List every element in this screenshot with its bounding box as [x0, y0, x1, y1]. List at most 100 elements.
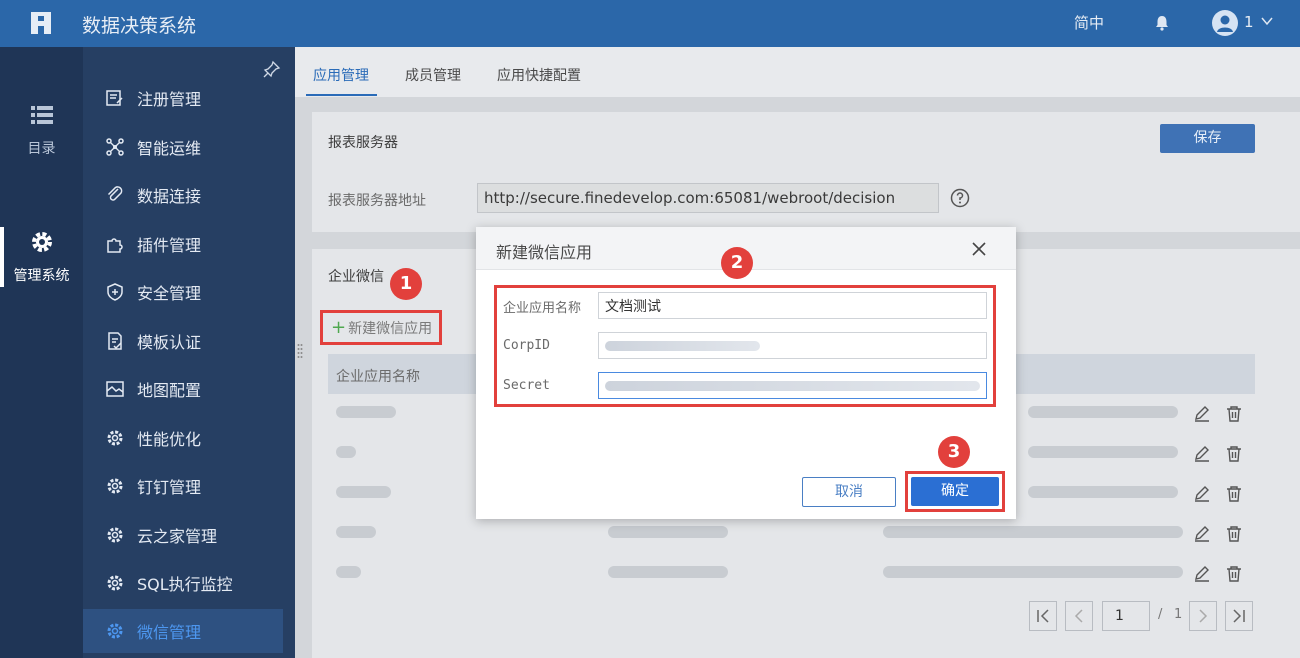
- add-wechat-app-button[interactable]: + 新建微信应用: [320, 310, 442, 345]
- help-icon[interactable]: [950, 188, 970, 208]
- first-page-button[interactable]: [1029, 601, 1057, 631]
- redacted-value: [605, 381, 980, 391]
- tab-app-management[interactable]: 应用管理: [313, 65, 369, 85]
- table-row: [328, 554, 1255, 594]
- sidebar-item-security[interactable]: 安全管理: [83, 270, 283, 314]
- tab-app-shortcut-config[interactable]: 应用快捷配置: [497, 65, 581, 85]
- avatar[interactable]: [1212, 10, 1238, 36]
- logo-icon: [31, 12, 51, 34]
- close-icon[interactable]: [970, 240, 988, 258]
- field-label-corpid: CorpID: [503, 338, 550, 353]
- sidebar-item-label: 注册管理: [137, 90, 202, 109]
- field-label-app-name: 企业应用名称: [503, 301, 582, 316]
- edit-icon[interactable]: [1193, 525, 1211, 543]
- server-address-label: 报表服务器地址: [328, 193, 426, 209]
- sidebar: 注册管理 智能运维 数据连接 插件管理 安全管理 模板认证 地图配置 性能优化 …: [83, 47, 295, 658]
- user-name[interactable]: 1: [1244, 13, 1254, 31]
- total-pages: 1: [1174, 607, 1183, 622]
- redacted-cell: [883, 526, 1183, 538]
- plus-icon: +: [331, 317, 347, 338]
- sidebar-item-wechat[interactable]: 微信管理: [83, 609, 283, 653]
- tab-active-indicator: [306, 94, 377, 96]
- edit-icon[interactable]: [1193, 405, 1211, 423]
- prev-page-button[interactable]: [1065, 601, 1093, 631]
- sidebar-item-template-auth[interactable]: 模板认证: [83, 319, 283, 363]
- register-icon: [106, 90, 123, 106]
- bell-icon[interactable]: [1153, 14, 1171, 32]
- confirm-button[interactable]: 确定: [911, 477, 999, 506]
- add-wechat-app-label: 新建微信应用: [348, 320, 433, 337]
- trash-icon[interactable]: [1225, 405, 1243, 423]
- report-server-title: 报表服务器: [328, 135, 398, 151]
- shield-icon: [107, 283, 123, 301]
- next-page-button[interactable]: [1189, 601, 1217, 631]
- sidebar-item-sql-monitor[interactable]: SQL执行监控: [83, 561, 283, 605]
- sidebar-item-performance[interactable]: 性能优化: [83, 416, 283, 460]
- server-address-input[interactable]: http://secure.finedevelop.com:65081/webr…: [477, 183, 939, 213]
- trash-icon[interactable]: [1225, 445, 1243, 463]
- sidebar-item-ops[interactable]: 智能运维: [83, 125, 283, 169]
- last-page-button[interactable]: [1225, 601, 1253, 631]
- rail-item-catalog[interactable]: 目录: [0, 102, 83, 158]
- app-name-input[interactable]: 文档测试: [598, 292, 987, 319]
- app-title: 数据决策系统: [82, 15, 197, 37]
- document-check-icon: [108, 332, 122, 350]
- top-bar: 数据决策系统 简中 1: [0, 0, 1300, 47]
- gear-icon: [107, 527, 123, 543]
- sidebar-item-plugins[interactable]: 插件管理: [83, 222, 283, 266]
- step-badge-2: 2: [721, 247, 753, 279]
- dialog-title: 新建微信应用: [496, 243, 593, 262]
- sidebar-item-label: 性能优化: [137, 430, 202, 449]
- trash-icon[interactable]: [1225, 485, 1243, 503]
- chevron-down-icon[interactable]: [1260, 14, 1274, 28]
- chevron-left-icon: [1074, 609, 1083, 623]
- redacted-cell: [336, 566, 361, 578]
- gear-icon: [107, 575, 123, 591]
- redacted-cell: [608, 566, 728, 578]
- redacted-cell: [1028, 486, 1178, 498]
- sidebar-item-label: 微信管理: [137, 623, 202, 642]
- sidebar-item-dingtalk[interactable]: 钉钉管理: [83, 464, 283, 508]
- step-badge-3: 3: [938, 436, 970, 468]
- confirm-highlight: 确定: [905, 471, 1005, 512]
- sidebar-item-label: SQL执行监控: [137, 575, 233, 594]
- gear-icon: [31, 232, 52, 252]
- current-page: 1: [1115, 608, 1124, 624]
- tab-member-management[interactable]: 成员管理: [405, 65, 461, 85]
- rail-item-label: 管理系统: [13, 268, 70, 284]
- language-switch[interactable]: 简中: [1074, 12, 1104, 33]
- rail-item-admin[interactable]: 管理系统: [0, 229, 83, 285]
- edit-icon[interactable]: [1193, 565, 1211, 583]
- edit-icon[interactable]: [1193, 445, 1211, 463]
- chevron-right-icon: [1199, 609, 1208, 623]
- corpid-input[interactable]: [598, 332, 987, 359]
- cancel-button[interactable]: 取消: [802, 477, 896, 507]
- redacted-cell: [336, 406, 396, 418]
- tab-bar: 应用管理 成员管理 应用快捷配置: [295, 47, 1300, 97]
- link-icon: [107, 186, 123, 201]
- redacted-cell: [336, 446, 356, 458]
- save-button[interactable]: 保存: [1160, 124, 1255, 153]
- left-rail: 目录 管理系统: [0, 47, 83, 658]
- secret-input[interactable]: [598, 372, 987, 399]
- redacted-cell: [336, 526, 376, 538]
- user-icon: [1217, 15, 1233, 32]
- puzzle-icon: [107, 238, 123, 253]
- sidebar-item-yunzhijia[interactable]: 云之家管理: [83, 513, 283, 557]
- sidebar-item-map-config[interactable]: 地图配置: [83, 367, 283, 411]
- last-page-icon: [1233, 609, 1245, 623]
- list-icon: [30, 106, 53, 124]
- redacted-cell: [883, 566, 1183, 578]
- sidebar-item-label: 智能运维: [137, 139, 202, 158]
- sidebar-item-data-connection[interactable]: 数据连接: [83, 173, 283, 217]
- drag-handle-icon[interactable]: [297, 343, 303, 359]
- page-separator: /: [1158, 607, 1163, 622]
- trash-icon[interactable]: [1225, 525, 1243, 543]
- sidebar-item-label: 模板认证: [137, 333, 202, 352]
- page-number-input[interactable]: 1: [1102, 601, 1150, 631]
- form-highlight: 企业应用名称 文档测试 CorpID Secret: [494, 285, 996, 407]
- edit-icon[interactable]: [1193, 485, 1211, 503]
- sidebar-item-registration[interactable]: 注册管理: [83, 76, 283, 120]
- trash-icon[interactable]: [1225, 565, 1243, 583]
- map-icon: [106, 381, 124, 397]
